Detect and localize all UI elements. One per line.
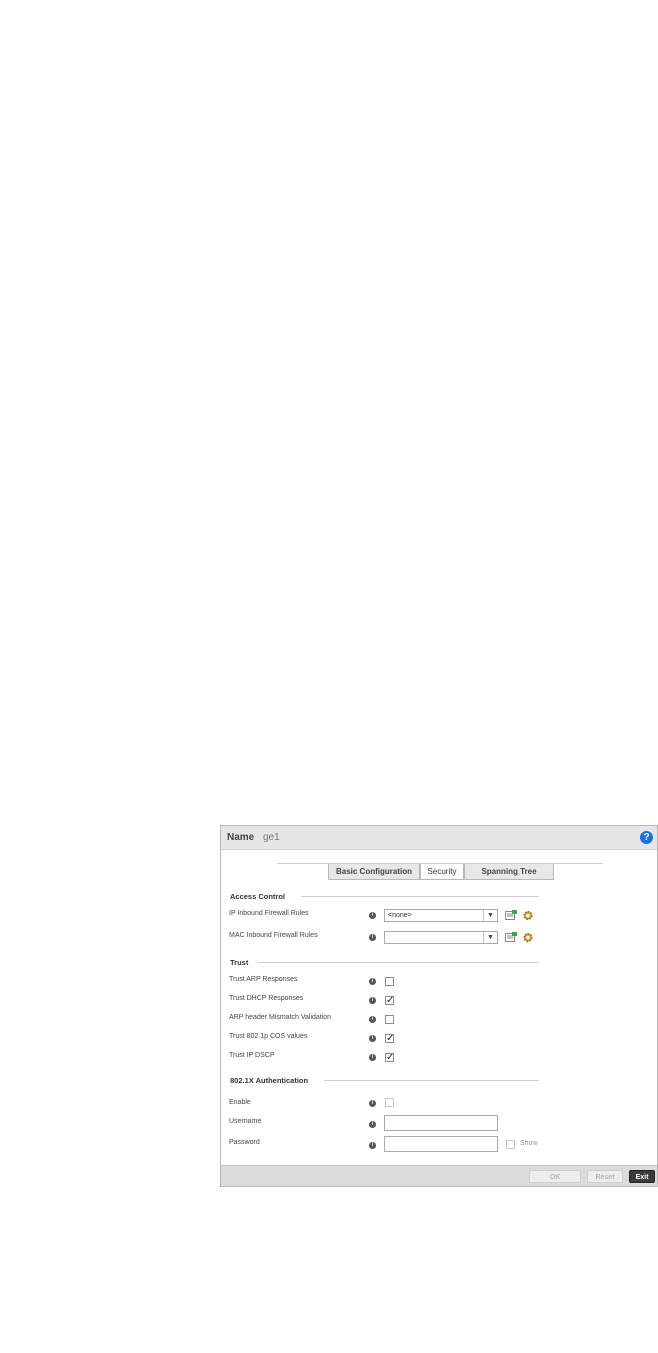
gear-icon[interactable]	[522, 910, 534, 921]
info-icon[interactable]: i	[369, 997, 376, 1004]
help-icon[interactable]: ?	[640, 831, 653, 844]
ip-inbound-select[interactable]: <none> ▼	[384, 909, 498, 922]
username-input[interactable]	[384, 1115, 498, 1131]
section-divider	[324, 1080, 539, 1081]
trust-dhcp-label: Trust DHCP Responses	[229, 995, 304, 1002]
tab-spanning-tree[interactable]: Spanning Tree	[464, 864, 554, 880]
username-label: Username	[229, 1118, 262, 1125]
arp-mismatch-label: ARP header Mismatch Validation	[229, 1014, 332, 1021]
trust-cos-label: Trust 802.1p COS values	[229, 1033, 308, 1040]
dialog-footer: OK Reset Exit	[221, 1165, 657, 1186]
create-rule-icon[interactable]	[505, 932, 517, 943]
checkmark-icon: ✓	[386, 1033, 395, 1044]
password-input[interactable]	[384, 1136, 498, 1152]
ok-button[interactable]: OK	[529, 1170, 581, 1183]
info-icon[interactable]: i	[369, 1035, 376, 1042]
show-password-checkbox[interactable]	[506, 1140, 515, 1149]
trust-cos-checkbox[interactable]: ✓	[385, 1033, 395, 1044]
chevron-down-icon[interactable]: ▼	[483, 910, 497, 921]
arp-mismatch-checkbox[interactable]	[385, 1015, 394, 1024]
tab-security[interactable]: Security	[420, 864, 464, 880]
chevron-down-icon[interactable]: ▼	[483, 932, 497, 943]
checkmark-icon: ✓	[386, 995, 395, 1006]
show-password-label: Show	[520, 1140, 538, 1147]
trust-dscp-checkbox[interactable]: ✓	[385, 1052, 395, 1063]
enable-label: Enable	[229, 1099, 251, 1106]
trust-arp-checkbox[interactable]	[385, 977, 394, 986]
dialog-titlebar: Name ge1 ?	[221, 826, 657, 850]
access-control-heading: Access Control	[230, 892, 286, 901]
exit-button[interactable]: Exit	[629, 1170, 655, 1183]
name-value: ge1	[263, 832, 280, 843]
info-icon[interactable]: i	[369, 1142, 376, 1149]
info-icon[interactable]: i	[369, 1054, 376, 1061]
trust-dhcp-checkbox[interactable]: ✓	[385, 995, 395, 1006]
section-divider	[301, 896, 539, 897]
section-divider	[258, 962, 539, 963]
reset-button[interactable]: Reset	[587, 1170, 623, 1183]
mac-inbound-select[interactable]: ▼	[384, 931, 498, 944]
info-icon[interactable]: i	[369, 912, 376, 919]
info-icon[interactable]: i	[369, 1121, 376, 1128]
info-icon[interactable]: i	[369, 978, 376, 985]
password-label: Password	[229, 1139, 260, 1146]
name-label: Name	[227, 832, 255, 843]
gear-icon[interactable]	[522, 932, 534, 943]
info-icon[interactable]: i	[369, 1016, 376, 1023]
auth-heading: 802.1X Authentication	[230, 1076, 309, 1085]
checkmark-icon: ✓	[386, 1052, 395, 1063]
mac-inbound-label: MAC Inbound Firewall Rules	[229, 932, 318, 939]
info-icon[interactable]: i	[369, 934, 376, 941]
trust-dscp-label: Trust IP DSCP	[229, 1052, 275, 1059]
ip-inbound-label: IP Inbound Firewall Rules	[229, 910, 309, 917]
info-icon[interactable]: i	[369, 1100, 376, 1107]
enable-checkbox[interactable]	[385, 1098, 394, 1107]
trust-arp-label: Trust ARP Responses	[229, 976, 298, 983]
ip-inbound-value: <none>	[388, 912, 412, 919]
tab-basic-configuration[interactable]: Basic Configuration	[328, 864, 420, 880]
interface-settings-dialog: Name ge1 ? Basic Configuration Security …	[220, 825, 658, 1187]
tab-bar: Basic Configuration Security Spanning Tr…	[328, 864, 554, 880]
trust-heading: Trust	[230, 958, 249, 967]
create-rule-icon[interactable]	[505, 910, 517, 921]
